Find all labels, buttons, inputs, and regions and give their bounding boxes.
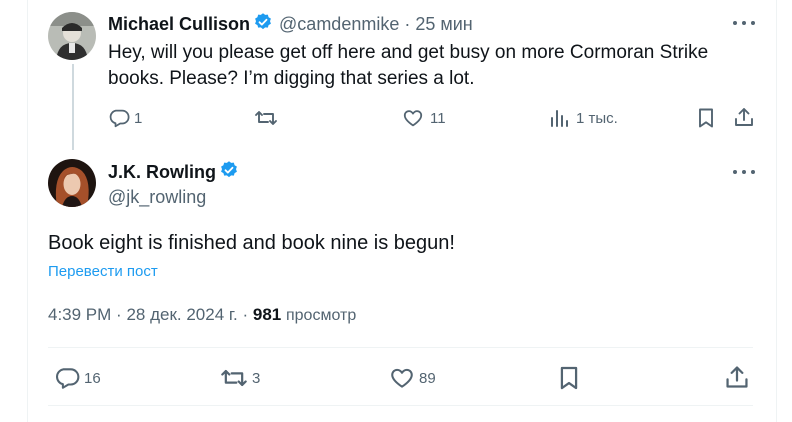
meta-separator: · (242, 305, 249, 324)
reply-time-separator: · (404, 13, 411, 34)
verified-badge-icon[interactable] (253, 12, 273, 37)
share-icon (735, 108, 753, 126)
translate-post-link[interactable]: Перевести пост (48, 263, 158, 280)
verified-badge-icon[interactable] (219, 160, 239, 185)
main-author-handle[interactable]: @jk_rowling (108, 187, 206, 208)
main-views-label: просмотр (285, 307, 357, 324)
actions-top-divider (48, 347, 753, 348)
main-more-dots-icon[interactable] (733, 165, 755, 179)
main-likes-count: 89 (419, 369, 436, 387)
main-text: Book eight is finished and book nine is … (48, 232, 455, 254)
reply-bookmark-button[interactable] (696, 107, 716, 129)
heart-icon (403, 110, 423, 127)
reply-replies-count: 1 (134, 109, 143, 127)
reply-views-button[interactable]: 1 тыс. (549, 107, 618, 129)
main-header: J.K. Rowling (108, 160, 239, 184)
main-time[interactable]: 4:39 PM (48, 305, 111, 324)
main-like-button[interactable]: 89 (389, 365, 436, 391)
main-meta-row: 4:39 PM · 28 дек. 2024 г. · 981 просмотр (48, 305, 356, 325)
main-reposts-count: 3 (252, 369, 261, 387)
meta-separator: · (116, 305, 122, 324)
main-avatar[interactable] (48, 159, 96, 207)
main-date[interactable]: 28 дек. 2024 г. (126, 305, 237, 324)
reply-text: Hey, will you please get off here and ge… (108, 40, 768, 92)
reply-repost-button[interactable] (254, 107, 278, 129)
reply-like-button[interactable]: 11 (402, 107, 446, 129)
main-handle-row: @jk_rowling (108, 185, 206, 209)
reply-bubble-icon (55, 368, 80, 389)
reply-views-count: 1 тыс. (576, 109, 618, 127)
reply-more-dots-icon[interactable] (733, 16, 755, 30)
reply-avatar[interactable] (48, 12, 96, 60)
main-share-button[interactable] (724, 364, 750, 390)
main-replies-count: 16 (84, 369, 101, 387)
thread-connector-line (72, 64, 74, 150)
bookmark-icon (699, 108, 713, 128)
actions-bottom-divider (48, 405, 753, 406)
reply-author-handle[interactable]: @camdenmike (279, 14, 399, 35)
reply-text-line-2: books. Please? I’m digging that series a… (108, 68, 475, 89)
main-views-count: 981 (252, 305, 282, 324)
reply-author-name[interactable]: Michael Cullison (108, 14, 250, 35)
main-reply-button[interactable]: 16 (54, 365, 101, 391)
bookmark-icon (560, 366, 578, 390)
reply-header: Michael Cullison @camdenmike · 25 мин (108, 12, 473, 36)
heart-icon (391, 368, 413, 388)
repost-arrows-icon (221, 369, 247, 387)
views-bars-icon (551, 110, 568, 127)
reply-timestamp[interactable]: 25 мин (415, 14, 472, 35)
reply-likes-count: 11 (430, 109, 446, 127)
repost-arrows-icon (255, 111, 277, 125)
reply-text-line-1: Hey, will you please get off here and ge… (108, 42, 709, 63)
share-icon (726, 366, 748, 388)
reply-share-button[interactable] (733, 106, 755, 128)
reply-bubble-icon (109, 109, 130, 128)
main-repost-button[interactable]: 3 (220, 365, 260, 391)
main-author-name[interactable]: J.K. Rowling (108, 162, 216, 183)
reply-reply-button[interactable]: 1 (108, 107, 142, 129)
main-bookmark-button[interactable] (557, 365, 581, 391)
